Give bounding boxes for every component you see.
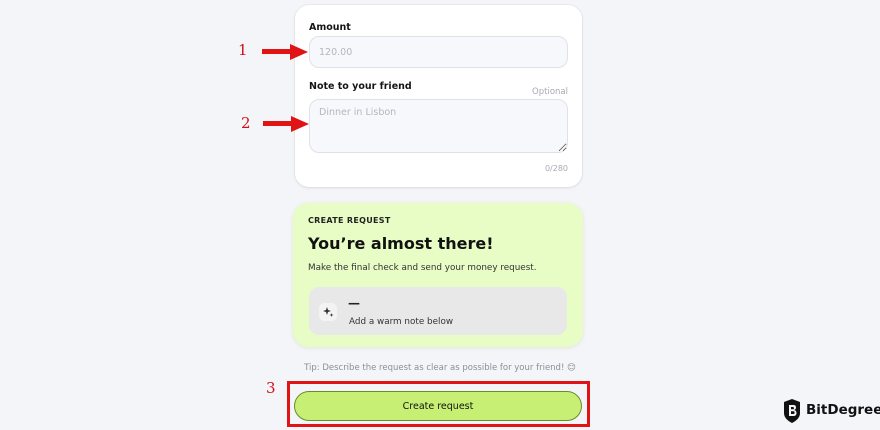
create-request-summary: CREATE REQUEST You’re almost there! Make… <box>293 203 583 347</box>
tip-text: Tip: Describe the request as clear as po… <box>304 363 576 373</box>
amount-input[interactable] <box>309 36 568 68</box>
request-form-card: Amount Note to your friend Optional 0/28… <box>295 5 582 187</box>
char-counter: 0/280 <box>544 164 568 173</box>
annotation-arrow-2 <box>263 116 309 132</box>
sparkle-icon <box>319 303 337 321</box>
bitdegree-logo-icon <box>784 399 800 423</box>
annotation-arrow-1 <box>262 44 308 60</box>
amount-label: Amount <box>309 22 351 33</box>
annotation-number-2: 2 <box>241 114 251 132</box>
annotation-number-1: 1 <box>238 41 248 59</box>
note-preview: — Add a warm note below <box>309 287 567 335</box>
summary-description: Make the final check and send your money… <box>308 263 537 273</box>
note-dash: — <box>348 296 360 310</box>
note-preview-text: Add a warm note below <box>349 317 454 327</box>
summary-headline: You’re almost there! <box>308 234 494 253</box>
summary-eyebrow: CREATE REQUEST <box>308 216 391 225</box>
create-request-button[interactable]: Create request <box>294 391 582 421</box>
bitdegree-watermark: BitDegree <box>806 402 880 418</box>
optional-label: Optional <box>532 87 568 97</box>
annotation-number-3: 3 <box>266 379 276 397</box>
note-textarea[interactable] <box>309 99 568 153</box>
note-label: Note to your friend <box>309 81 412 92</box>
